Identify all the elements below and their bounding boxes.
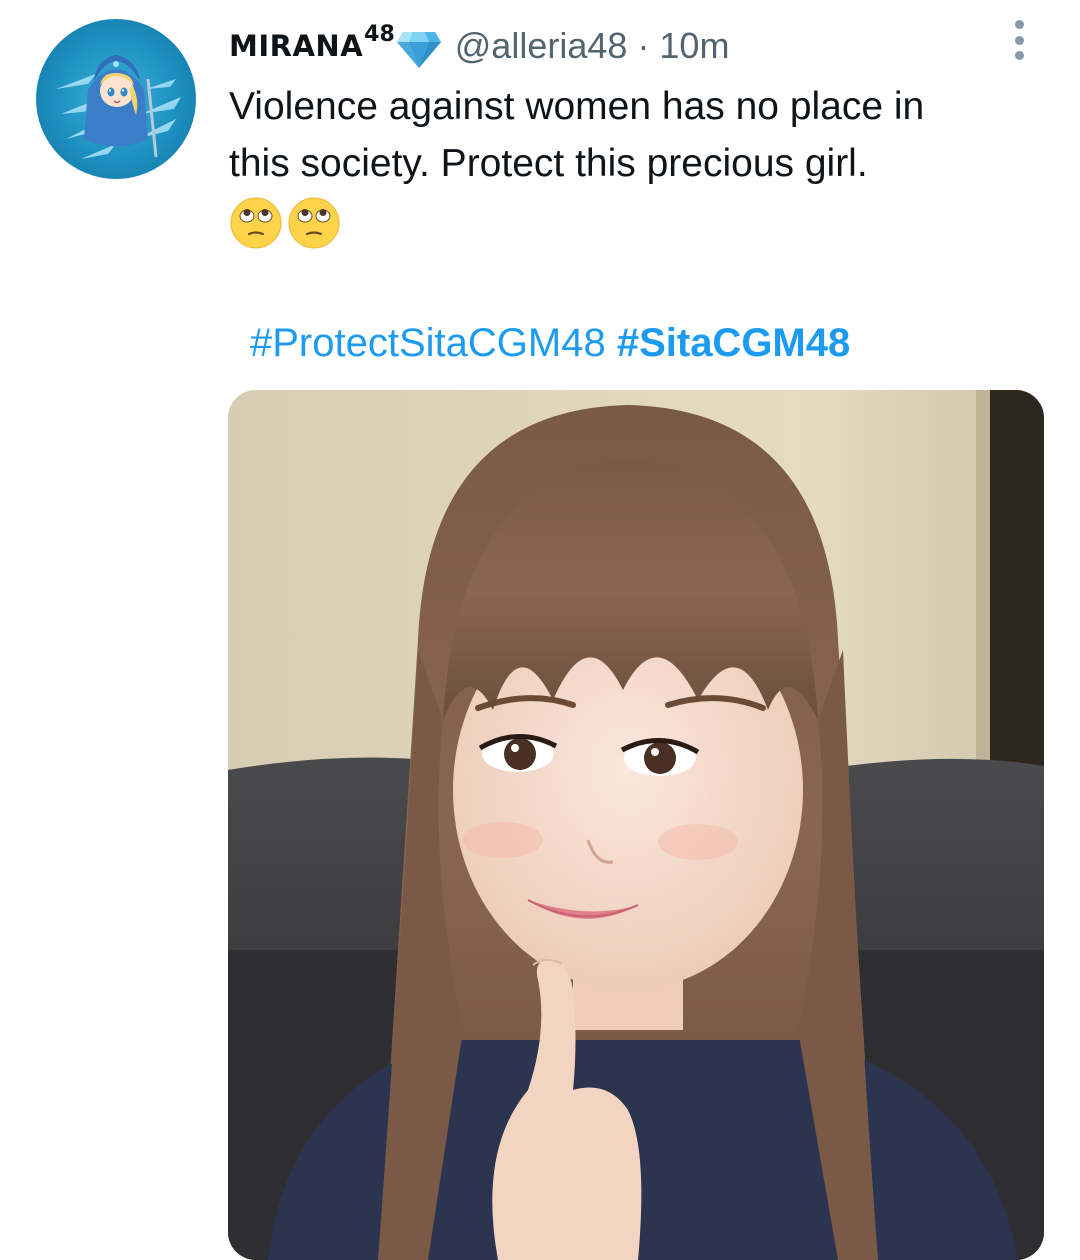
separator-dot: · xyxy=(637,25,650,66)
face-with-rolling-eyes-icon xyxy=(288,197,340,249)
more-options-icon[interactable] xyxy=(1002,18,1036,62)
selfie-photo-icon xyxy=(228,390,1044,1260)
face-with-rolling-eyes-icon xyxy=(230,197,282,249)
hashtag-link[interactable]: #SitaCGM48 xyxy=(617,321,850,365)
emoji-row xyxy=(229,196,345,250)
display-name[interactable]: MIRANA xyxy=(229,29,363,63)
avatar[interactable] xyxy=(36,19,196,179)
hashtags: #ProtectSitaCGM48 #SitaCGM48 xyxy=(250,318,850,368)
anime-avatar-icon xyxy=(56,55,181,159)
timestamp[interactable]: 10m xyxy=(659,25,729,67)
tweet-text-line: this society. Protect this precious girl… xyxy=(229,142,868,185)
tweet-media-photo[interactable] xyxy=(228,390,1044,1260)
tweet-header: MIRANA 48 @alleria48 · 10m xyxy=(229,22,729,70)
tweet[interactable]: MIRANA 48 @alleria48 · 10m Violence agai… xyxy=(0,0,1080,1260)
display-name-superscript[interactable]: 48 xyxy=(364,22,395,47)
tweet-text: Violence against women has no place in t… xyxy=(229,78,1049,192)
hashtag-link[interactable]: #ProtectSitaCGM48 xyxy=(250,321,606,365)
tweet-text-line: Violence against women has no place in xyxy=(229,85,925,128)
blue-diamond-icon xyxy=(396,28,441,68)
user-handle[interactable]: @alleria48 xyxy=(455,25,628,67)
